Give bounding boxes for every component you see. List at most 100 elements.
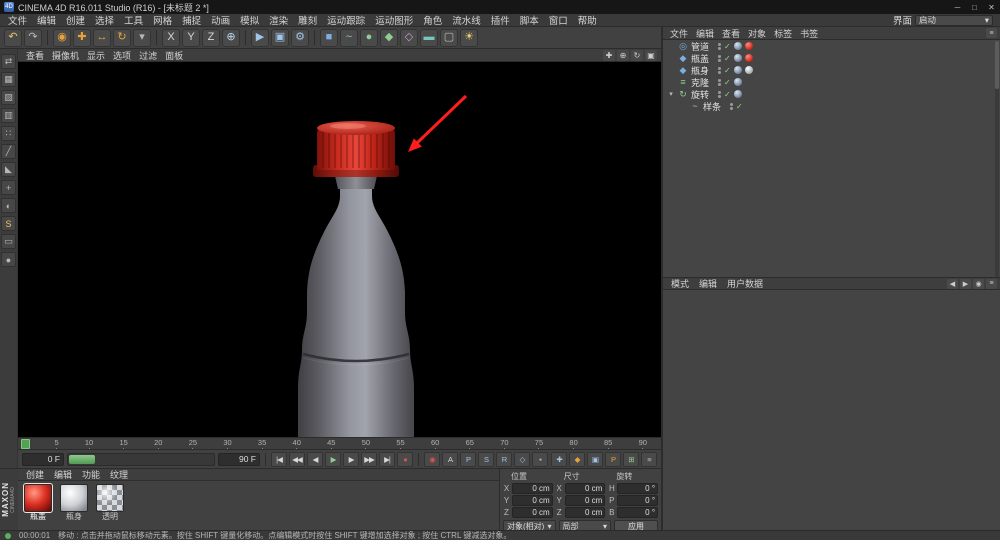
bottle-model[interactable] xyxy=(298,121,414,437)
record-pla-button[interactable]: ▪ xyxy=(532,452,548,467)
next-frame-button[interactable]: ▶ xyxy=(343,452,359,467)
object-manager-menu-5[interactable]: 书签 xyxy=(796,27,822,40)
menu-item-7[interactable]: 动画 xyxy=(206,13,235,27)
solo-off-button[interactable]: ✚ xyxy=(551,452,567,467)
object-row[interactable]: ◆瓶盖✓ xyxy=(663,52,1000,64)
visibility-dots-icon[interactable] xyxy=(730,103,733,110)
coordinate-input[interactable]: 0 cm xyxy=(565,483,606,494)
current-frame-field[interactable]: 0 F xyxy=(22,453,64,466)
playback-options-button[interactable]: ≡ xyxy=(641,452,657,467)
material-thumbnail[interactable] xyxy=(24,484,52,512)
snap-enable-icon[interactable]: S xyxy=(1,216,16,231)
viewport-menu-2[interactable]: 显示 xyxy=(83,49,109,62)
texture-mode-icon[interactable]: ▨ xyxy=(1,90,16,105)
material-menu-1[interactable]: 编辑 xyxy=(49,468,77,481)
frame-range-slider[interactable] xyxy=(67,453,215,466)
lock-y-axis-icon[interactable]: Y xyxy=(182,29,200,47)
record-parameter-button[interactable]: ◇ xyxy=(514,452,530,467)
goto-end-button[interactable]: ▶| xyxy=(379,452,395,467)
minimize-button[interactable]: ─ xyxy=(949,0,966,14)
enabled-check-icon[interactable]: ✓ xyxy=(724,78,731,87)
lock-x-axis-icon[interactable]: X xyxy=(162,29,180,47)
make-editable-icon[interactable]: ⇄ xyxy=(1,54,16,69)
visibility-dots-icon[interactable] xyxy=(718,43,721,50)
material-item[interactable]: 瓶身 xyxy=(58,484,90,521)
phong-tag-icon[interactable] xyxy=(734,54,742,62)
menu-item-16[interactable]: 脚本 xyxy=(515,13,544,27)
render-picture-viewer-icon[interactable]: ▣ xyxy=(271,29,289,47)
phong-tag-icon[interactable] xyxy=(734,42,742,50)
menu-item-13[interactable]: 角色 xyxy=(418,13,447,27)
next-key-button[interactable]: ▶▶ xyxy=(361,452,377,467)
goto-start-button[interactable]: |◀ xyxy=(271,452,287,467)
material-item[interactable]: 瓶盖 xyxy=(22,484,54,521)
render-view-icon[interactable]: ▶ xyxy=(251,29,269,47)
red-tag-icon[interactable] xyxy=(745,42,753,50)
history-forward-icon[interactable]: ▶ xyxy=(960,279,971,289)
lock-axis-icon[interactable]: ● xyxy=(1,252,16,267)
object-row[interactable]: ▾↻旋转✓ xyxy=(663,88,1000,100)
add-floor-icon[interactable]: ▬ xyxy=(420,29,438,47)
picture-viewer-button[interactable]: P xyxy=(605,452,621,467)
menu-item-8[interactable]: 模拟 xyxy=(235,13,264,27)
enabled-check-icon[interactable]: ✓ xyxy=(724,66,731,75)
red-tag-icon[interactable] xyxy=(745,54,753,62)
menu-item-18[interactable]: 帮助 xyxy=(573,13,602,27)
edges-mode-icon[interactable]: ╱ xyxy=(1,144,16,159)
menu-item-0[interactable]: 文件 xyxy=(3,13,32,27)
undo-icon[interactable]: ↶ xyxy=(4,29,22,47)
toggle-views-icon[interactable]: ▣ xyxy=(645,50,657,61)
visibility-dots-icon[interactable] xyxy=(718,67,721,74)
rotate-view-icon[interactable]: ↻ xyxy=(631,50,643,61)
phong-tag-icon[interactable] xyxy=(734,90,742,98)
object-manager-menu-1[interactable]: 编辑 xyxy=(692,27,718,40)
menu-item-1[interactable]: 编辑 xyxy=(32,13,61,27)
model-mode-icon[interactable]: ▦ xyxy=(1,72,16,87)
viewport-menu-5[interactable]: 面板 xyxy=(161,49,187,62)
add-light-icon[interactable]: ☀ xyxy=(460,29,478,47)
enabled-check-icon[interactable]: ✓ xyxy=(724,42,731,51)
frame-slider-handle[interactable] xyxy=(69,455,95,464)
viewport-canvas[interactable] xyxy=(18,62,661,437)
object-manager-menu-2[interactable]: 查看 xyxy=(718,27,744,40)
rotate-icon[interactable]: ↻ xyxy=(113,29,131,47)
panel-menu-icon[interactable]: ≡ xyxy=(986,279,997,289)
solo-single-button[interactable]: ◆ xyxy=(569,452,585,467)
object-manager-menu-4[interactable]: 标签 xyxy=(770,27,796,40)
object-axis-mode-icon[interactable]: + xyxy=(1,180,16,195)
add-camera-icon[interactable]: ▢ xyxy=(440,29,458,47)
coordinate-input[interactable]: 0 cm xyxy=(512,507,553,518)
visibility-dots-icon[interactable] xyxy=(718,91,721,98)
record-keyframe-button[interactable]: ◉ xyxy=(424,452,440,467)
add-spline-pen-icon[interactable]: ~ xyxy=(340,29,358,47)
enabled-check-icon[interactable]: ✓ xyxy=(724,54,731,63)
layout-select[interactable]: 启动 ▾ xyxy=(915,15,993,26)
live-selection-icon[interactable]: ◉ xyxy=(53,29,71,47)
attribute-tab-0[interactable]: 模式 xyxy=(666,277,694,290)
coordinate-system-icon[interactable]: ⊕ xyxy=(222,29,240,47)
record-scale-button[interactable]: S xyxy=(478,452,494,467)
phong-tag-icon[interactable] xyxy=(734,66,742,74)
previous-frame-button[interactable]: ◀ xyxy=(307,452,323,467)
end-frame-field[interactable]: 90 F xyxy=(218,453,260,466)
material-thumbnail[interactable] xyxy=(96,484,124,512)
object-row[interactable]: ~样条✓ xyxy=(663,100,1000,112)
coordinate-input[interactable]: 0 cm xyxy=(512,483,553,494)
material-thumbnail[interactable] xyxy=(60,484,88,512)
material-item[interactable]: 透明 xyxy=(94,484,126,521)
solo-hierarchy-button[interactable]: ▣ xyxy=(587,452,603,467)
material-menu-2[interactable]: 功能 xyxy=(77,468,105,481)
pan-view-icon[interactable]: ✚ xyxy=(603,50,615,61)
attribute-manager-body[interactable] xyxy=(663,291,1000,530)
coordinate-input[interactable]: 0 cm xyxy=(565,507,606,518)
points-mode-icon[interactable]: ∷ xyxy=(1,126,16,141)
menu-item-3[interactable]: 选择 xyxy=(90,13,119,27)
add-subdivision-surface-icon[interactable]: ● xyxy=(360,29,378,47)
menu-item-15[interactable]: 插件 xyxy=(486,13,515,27)
team-render-button[interactable]: ⊞ xyxy=(623,452,639,467)
object-row[interactable]: ◎管道✓ xyxy=(663,40,1000,52)
add-generator-icon[interactable]: ◆ xyxy=(380,29,398,47)
enabled-check-icon[interactable]: ✓ xyxy=(736,102,743,111)
scale-icon[interactable]: ↔ xyxy=(93,29,111,47)
record-rotation-button[interactable]: R xyxy=(496,452,512,467)
